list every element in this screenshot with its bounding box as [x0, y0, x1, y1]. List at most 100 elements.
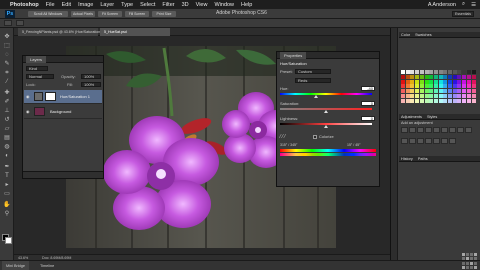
- eye-icon[interactable]: ◉: [26, 94, 31, 99]
- lightness-slider-knob[interactable]: [324, 125, 328, 128]
- menu-photoshop[interactable]: Photoshop: [10, 2, 39, 8]
- color-lookup-icon[interactable]: [409, 137, 416, 144]
- invert-icon[interactable]: [417, 137, 424, 144]
- color-swatch[interactable]: [443, 74, 448, 79]
- path-select-tool-icon[interactable]: ▸: [3, 182, 11, 189]
- color-swatch[interactable]: [471, 98, 476, 103]
- zoom-tool-icon[interactable]: ⚲: [3, 211, 11, 218]
- shape-tool-icon[interactable]: ▭: [3, 191, 11, 198]
- color-swatch[interactable]: [466, 98, 471, 103]
- color-swatch[interactable]: [410, 70, 415, 74]
- color-swatch[interactable]: [452, 98, 457, 103]
- color-swatch[interactable]: [405, 84, 410, 89]
- tab-properties[interactable]: Properties: [280, 52, 307, 59]
- layer-filter-kind[interactable]: Kind: [26, 66, 48, 71]
- threshold-icon[interactable]: [433, 137, 440, 144]
- color-swatch[interactable]: [466, 70, 471, 74]
- color-swatch[interactable]: [433, 84, 438, 89]
- color-swatch[interactable]: [462, 70, 467, 74]
- black-white-icon[interactable]: [457, 127, 464, 133]
- color-swatch[interactable]: [471, 84, 476, 89]
- color-swatch[interactable]: [448, 74, 452, 79]
- photo-filter-icon[interactable]: [465, 127, 472, 133]
- brush-tool-icon[interactable]: ✐: [3, 99, 11, 106]
- color-swatch[interactable]: [433, 89, 438, 94]
- color-swatch[interactable]: [452, 84, 457, 89]
- color-swatch[interactable]: [405, 98, 410, 103]
- color-swatch[interactable]: [443, 94, 448, 98]
- menu-image[interactable]: Image: [78, 2, 93, 8]
- menu-layer[interactable]: Layer: [100, 2, 114, 8]
- color-swatch[interactable]: [424, 74, 429, 79]
- color-swatch[interactable]: [457, 94, 462, 98]
- saturation-slider-knob[interactable]: [324, 110, 328, 113]
- color-swatch[interactable]: [415, 79, 420, 84]
- color-swatch[interactable]: [448, 79, 452, 84]
- color-swatch[interactable]: [429, 84, 434, 89]
- color-swatch[interactable]: [457, 70, 462, 74]
- color-swatch[interactable]: [405, 79, 410, 84]
- color-swatch[interactable]: [438, 79, 443, 84]
- color-swatch[interactable]: [433, 70, 438, 74]
- saturation-value-field[interactable]: 0: [361, 101, 375, 106]
- color-swatch[interactable]: [424, 89, 429, 94]
- layer-name[interactable]: Hue/Saturation 1: [60, 94, 90, 99]
- eraser-tool-icon[interactable]: ▱: [3, 126, 11, 133]
- color-swatch[interactable]: [452, 89, 457, 94]
- marquee-tool-icon[interactable]: ⬚: [3, 43, 11, 50]
- color-swatch[interactable]: [424, 98, 429, 103]
- color-swatch[interactable]: [419, 70, 424, 74]
- dodge-tool-icon[interactable]: ◐: [3, 153, 11, 160]
- color-swatch[interactable]: [438, 98, 443, 103]
- color-swatch[interactable]: [466, 94, 471, 98]
- color-swatch[interactable]: [415, 74, 420, 79]
- color-swatch[interactable]: [429, 74, 434, 79]
- eyedropper-tool-icon[interactable]: ⁄: [3, 79, 11, 86]
- color-swatch[interactable]: [410, 79, 415, 84]
- menu-help[interactable]: Help: [241, 2, 252, 8]
- menu-file[interactable]: File: [46, 2, 55, 8]
- color-swatch[interactable]: [462, 94, 467, 98]
- fill-screen-button[interactable]: Fill Screen: [125, 11, 149, 17]
- exposure-icon[interactable]: [425, 127, 432, 133]
- color-swatch[interactable]: [405, 70, 410, 74]
- color-swatch[interactable]: [452, 79, 457, 84]
- quick-select-tool-icon[interactable]: ✎: [3, 61, 11, 68]
- color-swatch[interactable]: [457, 98, 462, 103]
- color-swatch[interactable]: [433, 94, 438, 98]
- color-swatch[interactable]: [424, 84, 429, 89]
- background-color-swatch[interactable]: [5, 237, 12, 244]
- color-swatch[interactable]: [405, 89, 410, 94]
- color-swatch[interactable]: [429, 98, 434, 103]
- hue-slider-knob[interactable]: [313, 95, 318, 98]
- tab-paths[interactable]: Paths: [418, 157, 428, 161]
- menu-view[interactable]: View: [196, 2, 208, 8]
- color-swatch[interactable]: [405, 94, 410, 98]
- hue-slider[interactable]: [280, 93, 372, 95]
- color-swatch[interactable]: [443, 98, 448, 103]
- actual-pixels-button[interactable]: Actual Pixels: [71, 11, 95, 17]
- color-swatch[interactable]: [471, 79, 476, 84]
- menu-window[interactable]: Window: [214, 2, 234, 8]
- color-swatch[interactable]: [429, 94, 434, 98]
- color-swatch[interactable]: [410, 89, 415, 94]
- eye-icon[interactable]: ◉: [26, 109, 31, 114]
- tab-timeline[interactable]: Timeline: [36, 261, 58, 270]
- color-swatch[interactable]: [471, 70, 476, 74]
- hand-tool-icon[interactable]: ✋: [3, 202, 11, 209]
- color-swatch[interactable]: [419, 89, 424, 94]
- type-tool-icon[interactable]: T: [3, 173, 11, 180]
- color-swatch[interactable]: [438, 74, 443, 79]
- color-swatch[interactable]: [462, 98, 467, 103]
- color-swatch[interactable]: [462, 84, 467, 89]
- color-swatch[interactable]: [438, 84, 443, 89]
- channel-mixer-icon[interactable]: [401, 137, 408, 144]
- fill-field[interactable]: 100%: [81, 82, 101, 87]
- tab-document-2[interactable]: 5_HueSat.psd: [100, 28, 170, 36]
- color-swatch[interactable]: [401, 94, 405, 98]
- color-swatch[interactable]: [462, 89, 467, 94]
- color-swatch[interactable]: [457, 79, 462, 84]
- color-swatch[interactable]: [415, 98, 420, 103]
- color-swatch[interactable]: [471, 74, 476, 79]
- color-balance-icon[interactable]: [449, 127, 456, 133]
